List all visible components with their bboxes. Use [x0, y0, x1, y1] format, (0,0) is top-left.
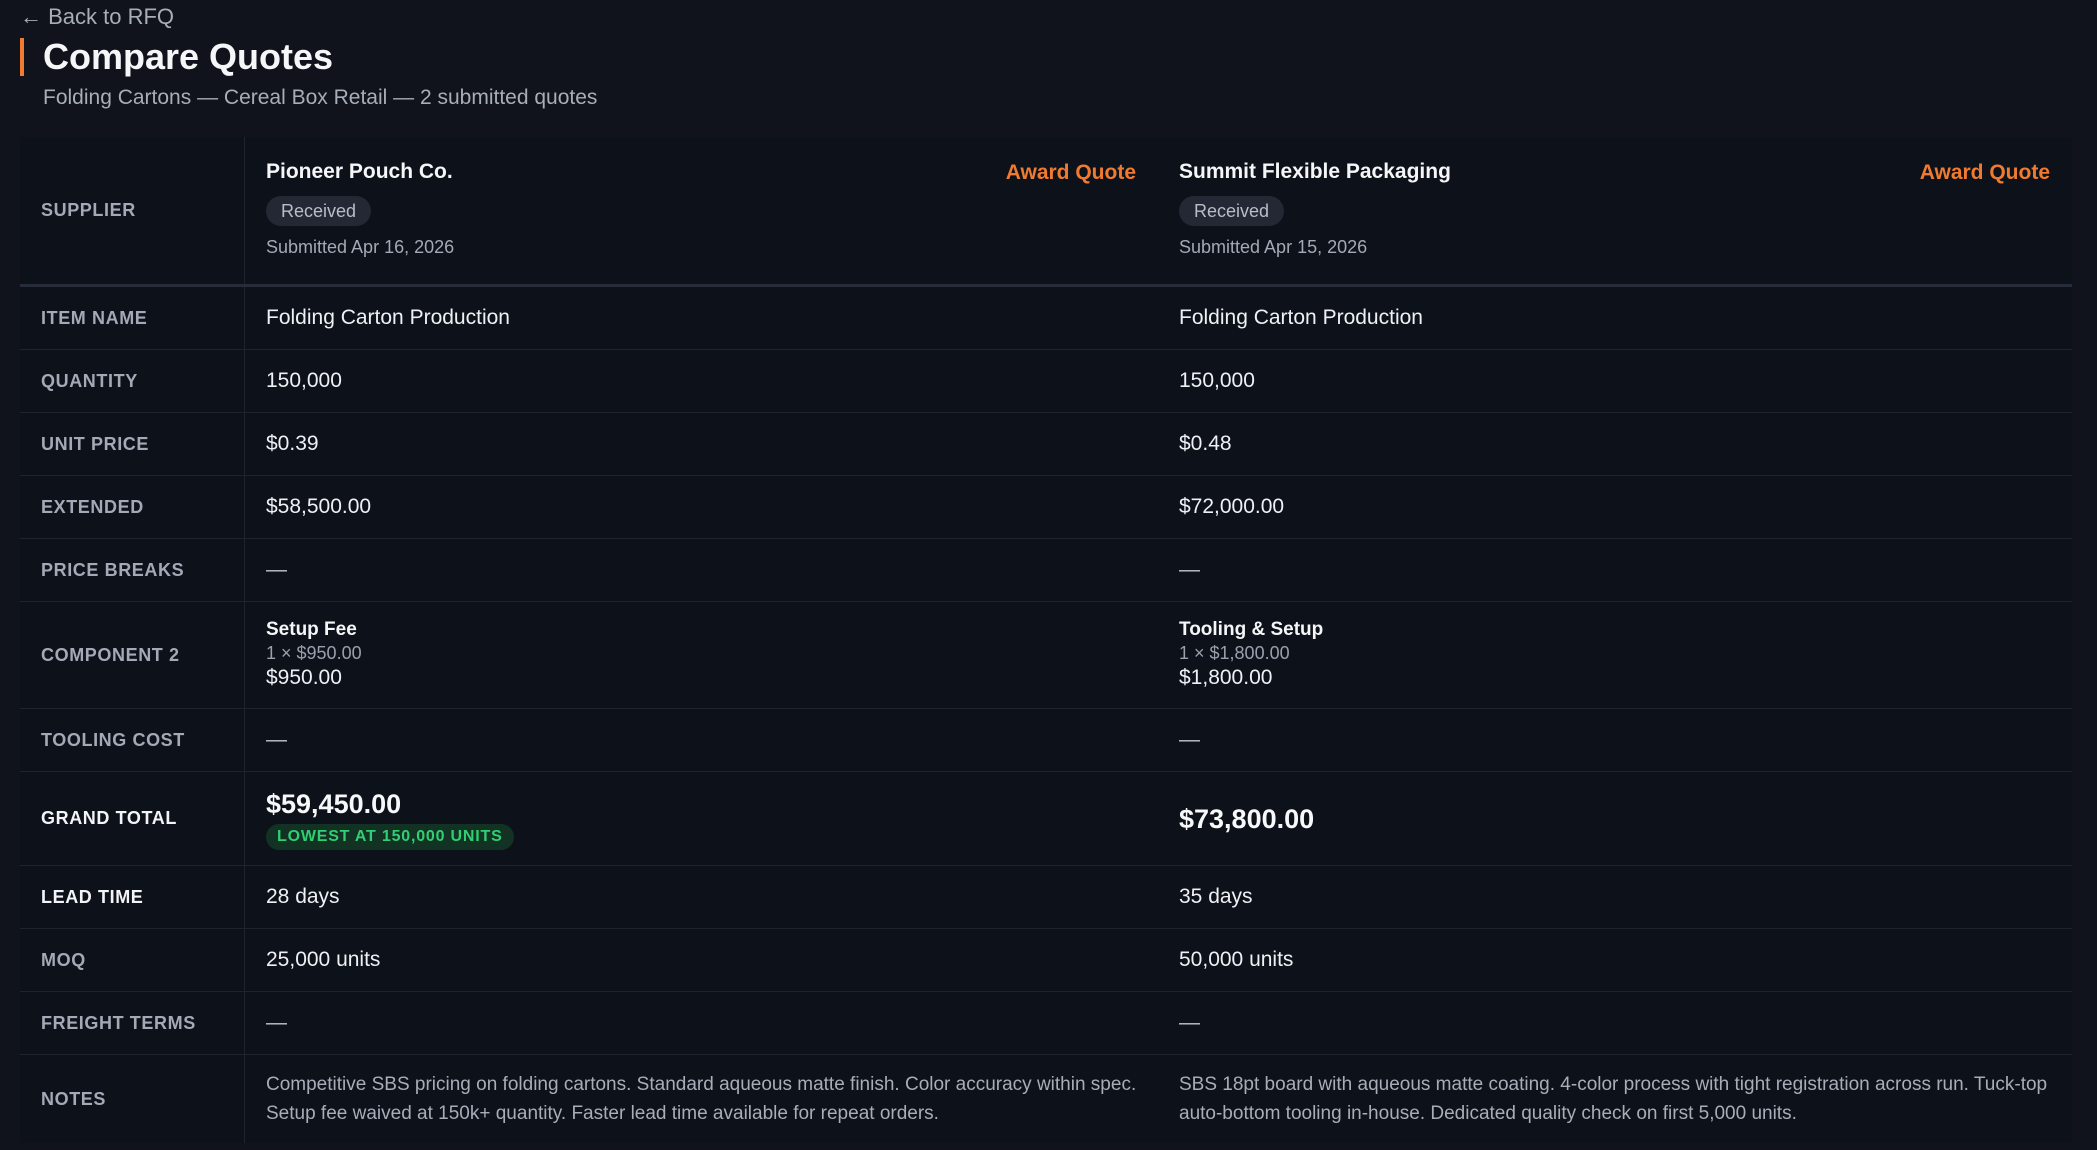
page-subtitle: Folding Cartons — Cereal Box Retail — 2 …	[43, 86, 598, 109]
value-cell: —	[1179, 1011, 1200, 1034]
grand-total-cell: $59,450.00 LOWEST AT 150,000 UNITS	[245, 772, 1158, 865]
extended-row: Extended $58,500.00 $72,000.00	[20, 476, 2072, 539]
value-cell: —	[1179, 728, 1200, 751]
award-quote-button[interactable]: Award Quote	[1920, 161, 2050, 185]
freight-terms-row: Freight Terms — —	[20, 992, 2072, 1055]
value-cell: 35 days	[1179, 885, 1253, 908]
component-2-row: Component 2 Setup Fee 1 × $950.00 $950.0…	[20, 602, 2072, 709]
value-cell: 28 days	[266, 885, 340, 908]
supplier-row: Supplier Pioneer Pouch Co. Award Quote R…	[20, 137, 2072, 287]
component-total: $1,800.00	[1179, 666, 1273, 689]
grand-total-cell: $73,800.00	[1158, 772, 2072, 865]
row-label: MOQ	[20, 929, 245, 991]
component-cell: Tooling & Setup 1 × $1,800.00 $1,800.00	[1158, 602, 2072, 708]
title-accent-bar	[20, 38, 24, 76]
price-breaks-row: Price Breaks — —	[20, 539, 2072, 602]
component-qty: 1 × $1,800.00	[1179, 643, 1290, 663]
value-cell: —	[1179, 558, 1200, 581]
lowest-price-badge: LOWEST AT 150,000 UNITS	[266, 823, 514, 850]
row-label: Quantity	[20, 350, 245, 412]
value-cell: $0.39	[266, 432, 319, 455]
row-label: Freight Terms	[20, 992, 245, 1054]
notes-row: Notes Competitive SBS pricing on folding…	[20, 1055, 2072, 1143]
submitted-date: Submitted Apr 16, 2026	[266, 237, 455, 257]
row-label: Supplier	[20, 137, 245, 284]
value-cell: 25,000 units	[266, 948, 381, 971]
page-title: Compare Quotes	[43, 36, 334, 77]
grand-total-value: $73,800.00	[1179, 803, 1315, 834]
component-qty: 1 × $950.00	[266, 643, 362, 663]
quote-comparison-table: Supplier Pioneer Pouch Co. Award Quote R…	[20, 137, 2072, 1143]
value-cell: —	[266, 1011, 287, 1034]
component-name: Setup Fee	[266, 619, 357, 640]
value-cell: $58,500.00	[266, 495, 372, 518]
value-cell: $72,000.00	[1179, 495, 1285, 518]
item-name-row: Item Name Folding Carton Production Fold…	[20, 287, 2072, 350]
value-cell: $0.48	[1179, 432, 1232, 455]
value-cell: —	[266, 728, 287, 751]
value-cell: 150,000	[1179, 369, 1255, 392]
submitted-date: Submitted Apr 15, 2026	[1179, 237, 1368, 257]
row-label: Grand Total	[20, 772, 245, 865]
grand-total-value: $59,450.00	[266, 788, 402, 819]
row-label: Lead Time	[20, 866, 245, 928]
value-cell: —	[266, 558, 287, 581]
lead-time-row: Lead Time 28 days 35 days	[20, 866, 2072, 929]
component-cell: Setup Fee 1 × $950.00 $950.00	[245, 602, 1158, 708]
row-label: Notes	[20, 1055, 245, 1143]
supplier-cell: Summit Flexible Packaging Award Quote Re…	[1158, 137, 2072, 284]
quantity-row: Quantity 150,000 150,000	[20, 350, 2072, 413]
row-label: Tooling Cost	[20, 709, 245, 771]
status-badge: Received	[1179, 196, 1285, 226]
tooling-cost-row: Tooling Cost — —	[20, 709, 2072, 772]
row-label: Component 2	[20, 602, 245, 708]
component-total: $950.00	[266, 666, 342, 689]
component-name: Tooling & Setup	[1179, 619, 1324, 640]
status-badge: Received	[266, 196, 372, 226]
back-to-rfq-link[interactable]: ← Back to RFQ	[20, 2, 174, 32]
grand-total-row: Grand Total $59,450.00 LOWEST AT 150,000…	[20, 772, 2072, 866]
value-cell: Folding Carton Production	[266, 306, 510, 329]
value-cell: 150,000	[266, 369, 342, 392]
notes-text: Competitive SBS pricing on folding carto…	[266, 1074, 1137, 1124]
award-quote-button[interactable]: Award Quote	[1006, 161, 1136, 185]
row-label: Unit Price	[20, 413, 245, 475]
supplier-cell: Pioneer Pouch Co. Award Quote Received S…	[245, 137, 1158, 284]
value-cell: 50,000 units	[1179, 948, 1294, 971]
row-label: Extended	[20, 476, 245, 538]
notes-text: SBS 18pt board with aqueous matte coatin…	[1179, 1074, 2048, 1124]
unit-price-row: Unit Price $0.39 $0.48	[20, 413, 2072, 476]
row-label: Price Breaks	[20, 539, 245, 601]
moq-row: MOQ 25,000 units 50,000 units	[20, 929, 2072, 992]
value-cell: Folding Carton Production	[1179, 306, 1423, 329]
row-label: Item Name	[20, 287, 245, 349]
